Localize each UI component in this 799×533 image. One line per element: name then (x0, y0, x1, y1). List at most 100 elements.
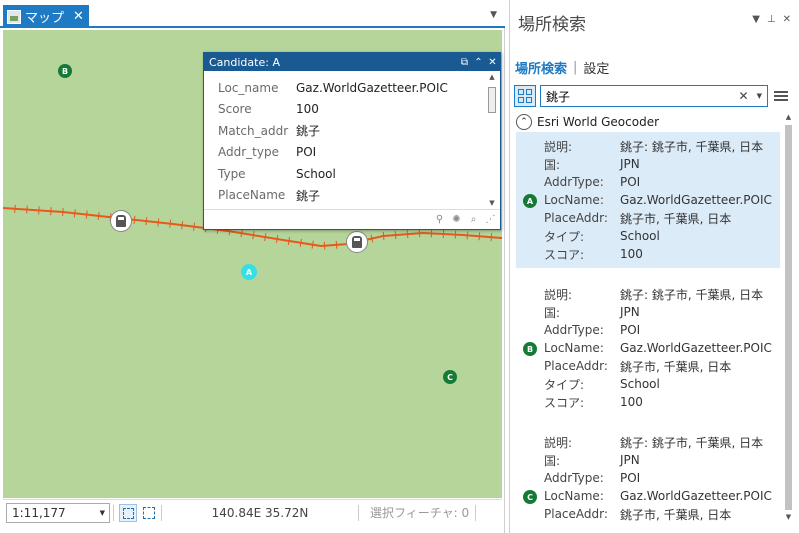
search-box: ✕ ▼ (540, 85, 768, 107)
result-value: 100 (620, 395, 643, 409)
flash-icon[interactable]: ✺ (451, 214, 462, 225)
result-value: School (620, 229, 660, 243)
result-key: 国: (544, 453, 561, 468)
result-key: PlaceAddr: (544, 211, 608, 225)
scroll-thumb[interactable] (488, 87, 496, 113)
map-icon (7, 9, 21, 24)
clear-icon[interactable]: ✕ (739, 89, 749, 103)
zoom-to-icon[interactable]: ⌕ (468, 214, 479, 225)
result-item[interactable]: A 説明: 銚子: 銚子市, 千葉県, 日本 国: JPN AddrType: POI… (516, 132, 780, 268)
result-value: 銚子: 銚子市, 千葉県, 日本 (620, 139, 764, 154)
scroll-down-icon[interactable]: ▼ (783, 513, 794, 523)
map-pane: マップ ✕ ▼ B A C Candidate: A ⧉ ⌃ ✕ Loc_nam… (0, 0, 505, 533)
chevron-down-icon[interactable]: ▼ (757, 92, 762, 100)
popup-row: Score 100 (204, 99, 486, 121)
close-icon[interactable]: ✕ (486, 57, 499, 68)
result-badge: A (523, 194, 537, 208)
scale-select[interactable]: 1:11,177 ▼ (6, 502, 110, 523)
group-name: Esri World Geocoder (537, 115, 660, 129)
divider (475, 504, 477, 521)
popup-key: Match_addr (218, 123, 289, 138)
filter-icon[interactable]: ⚲ (434, 214, 445, 225)
scroll-thumb[interactable] (785, 125, 792, 510)
popup-value: 銚子 (296, 124, 321, 139)
scroll-down-icon[interactable]: ▼ (486, 199, 498, 209)
snapping-icon[interactable] (140, 504, 158, 522)
result-key: AddrType: (544, 175, 604, 189)
popup-scrollbar[interactable]: ▲ ▼ (486, 73, 498, 209)
popup-row: Match_addr 銚子 (204, 120, 486, 142)
map-marker-c[interactable]: C (443, 370, 457, 384)
result-key: 国: (544, 157, 561, 172)
pane-title: 場所検索 (518, 15, 586, 35)
results-group-header[interactable]: ⌃ Esri World Geocoder (514, 112, 786, 132)
result-item[interactable]: B 説明: 銚子: 銚子市, 千葉県, 日本 国: JPN AddrType: POI… (516, 280, 780, 416)
result-value: POI (620, 175, 641, 189)
train-station-icon[interactable] (110, 210, 132, 232)
locate-tabs: 場所検索 | 設定 (515, 58, 609, 77)
result-value: JPN (620, 453, 640, 467)
popup-row: Loc_name Gaz.WorldGazetteer.POIC (204, 77, 486, 99)
result-key: 国: (544, 305, 561, 320)
grid-view-icon[interactable] (514, 85, 536, 107)
select-tool-icon[interactable] (119, 503, 137, 522)
result-value: POI (620, 471, 641, 485)
result-key: スコア: (544, 395, 585, 410)
results-scrollbar[interactable]: ▲ ▼ (783, 113, 794, 523)
coordinate-readout: 140.84E 35.72N (211, 505, 309, 520)
tab-settings[interactable]: 設定 (583, 58, 609, 77)
map-marker-b[interactable]: B (58, 64, 72, 78)
pane-header-buttons: ▼ ⊥ ✕ (752, 14, 791, 25)
scale-value: 1:11,177 (12, 505, 66, 520)
result-key: AddrType: (544, 471, 604, 485)
scroll-up-icon[interactable]: ▲ (486, 73, 498, 83)
result-key: タイプ: (544, 377, 585, 392)
popup-value: School (296, 166, 336, 181)
result-value: School (620, 377, 660, 391)
chevron-down-icon[interactable]: ▼ (752, 14, 760, 25)
popup-value: Gaz.WorldGazetteer.POIC (296, 80, 448, 95)
popup-key: Type (218, 166, 246, 181)
map-marker-a[interactable]: A (241, 264, 257, 280)
collapse-icon[interactable]: ⌃ (516, 114, 532, 130)
train-station-icon[interactable] (346, 231, 368, 253)
search-input[interactable] (546, 89, 726, 103)
pin-icon[interactable]: ⊥ (767, 14, 776, 25)
result-value: JPN (620, 157, 640, 171)
map-status-bar: 1:11,177 ▼ 140.84E 35.72N 選択フィーチャ: 0 (3, 499, 502, 525)
divider (161, 504, 162, 521)
result-key: PlaceAddr: (544, 507, 608, 521)
menu-icon[interactable] (774, 89, 788, 103)
result-key: 説明: (544, 139, 573, 154)
result-value: 銚子市, 千葉県, 日本 (620, 359, 732, 374)
result-value: Gaz.WorldGazetteer.POIC (620, 489, 772, 503)
candidate-popup: Candidate: A ⧉ ⌃ ✕ Loc_name Gaz.WorldGaze… (203, 52, 501, 230)
popup-value: 銚子 (296, 188, 321, 203)
divider (358, 504, 359, 521)
divider (113, 504, 114, 521)
scroll-up-icon[interactable]: ▲ (783, 113, 794, 123)
resize-grip-icon[interactable]: ⋰ (485, 214, 496, 225)
popup-header: Candidate: A ⧉ ⌃ ✕ (204, 53, 500, 71)
chevron-down-icon[interactable]: ▼ (490, 10, 497, 20)
popup-key: Addr_type (218, 145, 279, 160)
result-value: 銚子: 銚子市, 千葉県, 日本 (620, 435, 764, 450)
tab-map[interactable]: マップ ✕ (3, 5, 89, 28)
external-link-icon[interactable]: ⧉ (458, 57, 471, 68)
divider: | (573, 60, 578, 75)
popup-row: Addr_type POI (204, 142, 486, 164)
result-key: 説明: (544, 287, 573, 302)
popup-row: Type School (204, 163, 486, 185)
result-value: Gaz.WorldGazetteer.POIC (620, 193, 772, 207)
result-key: スコア: (544, 247, 585, 262)
popup-key: Score (218, 102, 252, 117)
tab-locate[interactable]: 場所検索 (515, 58, 567, 77)
close-icon[interactable]: ✕ (73, 9, 84, 24)
close-icon[interactable]: ✕ (783, 14, 791, 25)
result-value: 銚子市, 千葉県, 日本 (620, 211, 732, 226)
collapse-icon[interactable]: ⌃ (472, 57, 485, 68)
result-badge: C (523, 490, 537, 504)
result-item[interactable]: C 説明: 銚子: 銚子市, 千葉県, 日本 国: JPN AddrType: POI… (516, 428, 780, 522)
result-value: POI (620, 323, 641, 337)
result-value: Gaz.WorldGazetteer.POIC (620, 341, 772, 355)
